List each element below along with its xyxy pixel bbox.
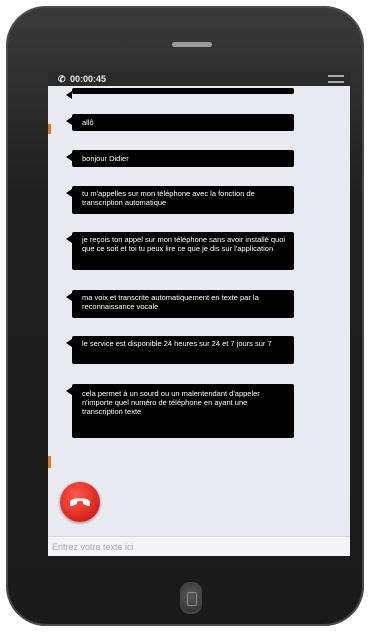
accent-marker [48,456,51,468]
message-bubble: bonjour Didier [66,150,294,167]
message-bubble [66,88,294,99]
call-timer: 00:00:45 [70,74,107,84]
message-bubble: cela permet à un sourd ou un malentendan… [66,384,294,438]
phone-icon: ✆ [58,74,66,84]
message-bubble: le service est disponible 24 heures sur … [66,336,294,364]
message-bubble: tu m'appelles sur mon téléphone avec la … [66,186,294,214]
message-bubble: allô [66,114,294,131]
phone-frame: ✆ 00:00:45 allô bonjour Didier tu m'appe… [6,6,364,626]
message-input[interactable] [52,539,342,555]
message-composer [48,536,350,556]
message-bubble: je reçois ton appel sur mon téléphone sa… [66,232,294,270]
hang-up-button[interactable] [60,482,100,522]
phone-screen: ✆ 00:00:45 allô bonjour Didier tu m'appe… [48,72,350,556]
status-bar: ✆ 00:00:45 [48,72,350,86]
message-bubble: ma voix et transcrite automatiquement en… [66,290,294,318]
phone-hangup-icon [70,498,90,507]
accent-marker [48,124,51,134]
earpiece-speaker [172,42,212,47]
home-button[interactable] [180,582,202,614]
menu-icon[interactable] [328,75,344,83]
